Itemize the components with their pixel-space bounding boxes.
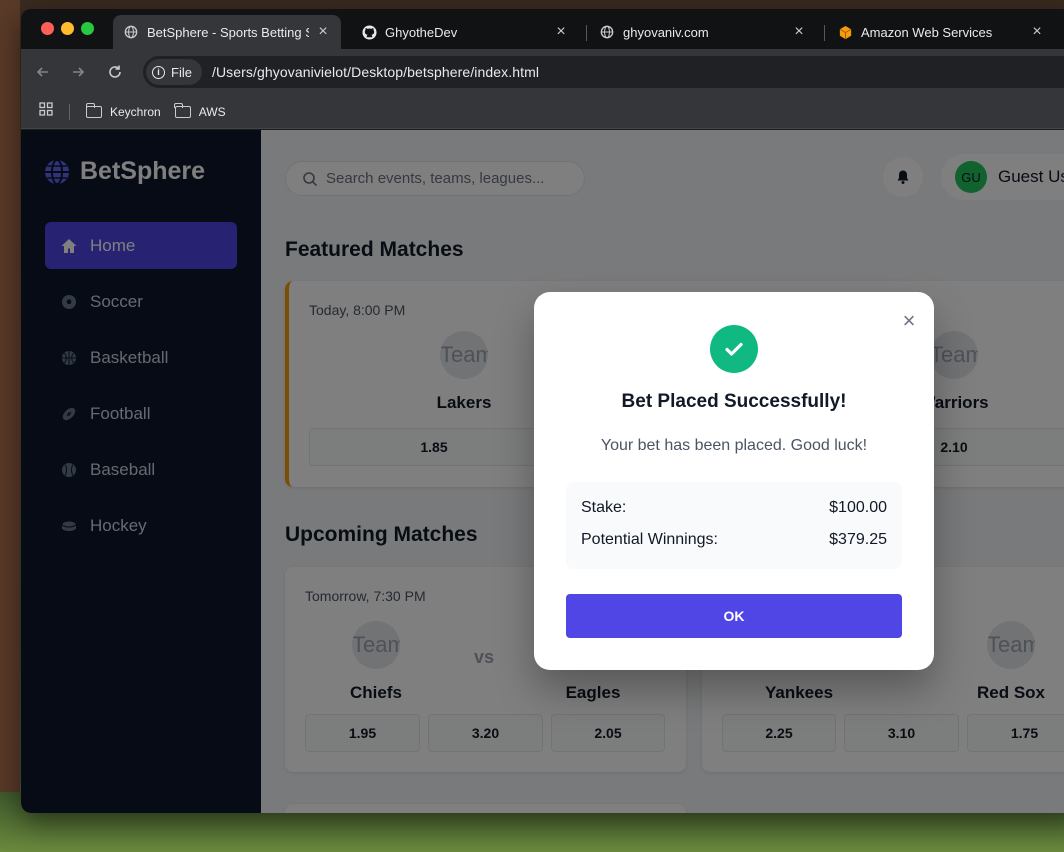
globe-icon — [123, 24, 139, 40]
bet-confirmation-modal: × Bet Placed Successfully! Your bet has … — [534, 292, 934, 670]
bookmarks-bar: Keychron AWS — [21, 95, 1064, 129]
minimize-window-button[interactable] — [61, 22, 74, 35]
stake-label: Stake: — [581, 499, 627, 516]
ok-button[interactable]: OK — [566, 594, 902, 638]
tab-title: BetSphere - Sports Betting Sit — [147, 24, 309, 40]
stake-row: Stake: $100.00 — [581, 499, 887, 517]
file-chip-label: File — [171, 64, 192, 80]
tab-strip: BetSphere - Sports Betting Sit × Ghyothe… — [21, 9, 1064, 49]
back-arrow-icon[interactable] — [32, 61, 54, 83]
winnings-value: $379.25 — [829, 531, 887, 548]
aws-cube-icon — [837, 24, 853, 40]
browser-window: BetSphere - Sports Betting Sit × Ghyothe… — [21, 9, 1064, 813]
web-page: BetSphere Home Soccer Basketball Footbal… — [21, 130, 1064, 813]
globe-icon — [599, 24, 615, 40]
bet-summary: Stake: $100.00 Potential Winnings: $379.… — [566, 482, 902, 569]
url-text[interactable]: /Users/ghyovanivielot/Desktop/betsphere/… — [212, 64, 539, 80]
modal-title: Bet Placed Successfully! — [621, 391, 847, 412]
bookmark-separator — [69, 103, 70, 120]
tab-title: ghyovaniv.com — [623, 24, 709, 40]
stake-value: $100.00 — [829, 499, 887, 516]
bookmark-label: Keychron — [110, 104, 161, 119]
bookmark-aws[interactable]: AWS — [174, 102, 226, 119]
close-icon[interactable]: × — [900, 308, 918, 333]
tab-close-icon[interactable]: × — [1029, 23, 1045, 41]
tab-separator — [824, 25, 825, 41]
maximize-window-button[interactable] — [81, 22, 94, 35]
tab-ghyovaniv[interactable]: ghyovaniv.com × — [589, 15, 817, 49]
folder-icon — [85, 102, 102, 118]
tab-title: GhyotheDev — [385, 24, 458, 40]
tab-betsphere[interactable]: BetSphere - Sports Betting Sit × — [113, 15, 341, 49]
tab-ghyothedev[interactable]: GhyotheDev × — [351, 15, 579, 49]
desktop-wallpaper-tree — [0, 0, 20, 852]
bookmark-keychron[interactable]: Keychron — [85, 102, 161, 119]
info-icon: i — [152, 65, 165, 79]
address-bar[interactable]: i File /Users/ghyovanivielot/Desktop/bet… — [143, 56, 1064, 88]
reload-icon[interactable] — [104, 61, 126, 83]
browser-toolbar: i File /Users/ghyovanivielot/Desktop/bet… — [21, 49, 1064, 95]
tab-separator — [586, 25, 587, 41]
apps-grid-icon[interactable] — [39, 102, 53, 121]
winnings-label: Potential Winnings: — [581, 531, 718, 548]
tab-close-icon[interactable]: × — [791, 23, 807, 41]
tab-title: Amazon Web Services — [861, 24, 993, 40]
bookmark-label: AWS — [198, 104, 226, 119]
folder-icon — [174, 102, 191, 118]
tab-close-icon[interactable]: × — [315, 23, 331, 41]
close-window-button[interactable] — [41, 22, 54, 35]
modal-message: Your bet has been placed. Good luck! — [600, 437, 868, 454]
checkmark-icon — [710, 325, 758, 373]
tab-aws[interactable]: Amazon Web Services × — [827, 15, 1055, 49]
site-info-chip[interactable]: i File — [146, 59, 202, 85]
winnings-row: Potential Winnings: $379.25 — [581, 531, 887, 549]
tab-close-icon[interactable]: × — [553, 23, 569, 41]
github-icon — [361, 24, 377, 40]
forward-arrow-icon[interactable] — [67, 61, 89, 83]
